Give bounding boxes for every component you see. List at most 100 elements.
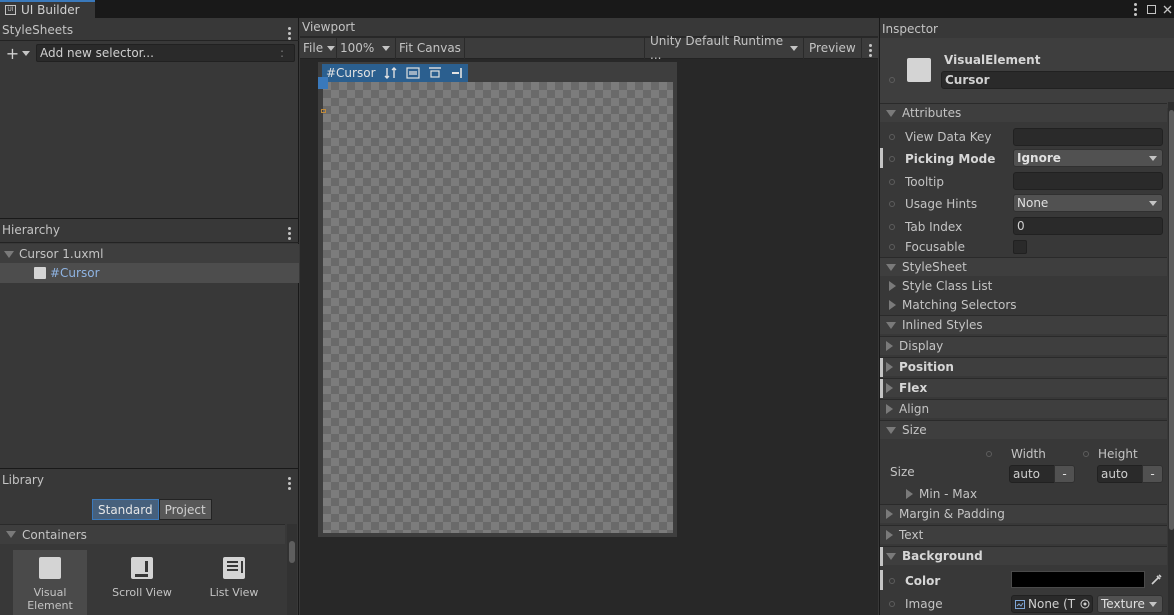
section-inlined-styles[interactable]: Inlined Styles xyxy=(880,315,1167,334)
expand-arrow-icon[interactable] xyxy=(886,426,896,434)
object-picker-icon[interactable] xyxy=(1080,599,1090,609)
foldout-style-class-list[interactable]: Style Class List xyxy=(880,275,1167,296)
focusable-checkbox[interactable] xyxy=(1013,240,1027,254)
fit-canvas-button[interactable]: Fit Canvas xyxy=(396,37,465,59)
hierarchy-element-row[interactable]: #Cursor xyxy=(0,263,299,283)
library-item-visual-element[interactable]: Visual Element xyxy=(13,550,87,615)
stylesheets-menu-icon[interactable] xyxy=(288,27,291,40)
preview-label: Preview xyxy=(809,41,856,55)
visual-element-icon xyxy=(907,58,931,82)
library-menu-icon[interactable] xyxy=(288,477,291,490)
eyedropper-icon[interactable] xyxy=(1147,571,1164,588)
height-unit-button[interactable]: - xyxy=(1142,465,1163,483)
library-category-containers[interactable]: Containers xyxy=(0,524,285,544)
expand-arrow-icon[interactable] xyxy=(4,250,14,258)
foldout-background[interactable]: Background xyxy=(880,546,1167,566)
expand-arrow-icon[interactable] xyxy=(886,404,893,414)
foldout-label: Margin & Padding xyxy=(899,507,1005,521)
foldout-matching-selectors[interactable]: Matching Selectors xyxy=(880,294,1167,315)
align-top-icon[interactable] xyxy=(428,67,442,79)
zoom-dropdown[interactable]: 100% xyxy=(337,37,396,59)
sort-order-icon[interactable] xyxy=(384,67,398,79)
preview-button[interactable]: Preview xyxy=(804,37,862,59)
foldout-min-max[interactable]: Min - Max xyxy=(880,483,1167,504)
field-label: Tooltip xyxy=(905,174,944,189)
width-unit-button[interactable]: - xyxy=(1054,465,1075,483)
foldout-size[interactable]: Size xyxy=(880,420,1167,439)
chevron-down-icon xyxy=(1149,201,1157,206)
selected-element-tag[interactable]: #Cursor xyxy=(322,64,468,82)
picking-mode-value: Ignore xyxy=(1017,151,1061,165)
field-label: View Data Key xyxy=(905,129,992,144)
texture-icon xyxy=(1015,599,1025,609)
tooltip-input[interactable] xyxy=(1013,172,1163,190)
foldout-text[interactable]: Text xyxy=(880,525,1167,544)
background-image-value: None (T xyxy=(1028,597,1076,611)
file-menu-button[interactable]: File xyxy=(300,37,337,59)
tab-index-input[interactable]: 0 xyxy=(1013,217,1163,235)
background-color-swatch[interactable] xyxy=(1011,571,1145,588)
expand-arrow-icon[interactable] xyxy=(886,530,893,540)
theme-dropdown[interactable]: Unity Default Runtime ... xyxy=(645,34,804,62)
expand-arrow-icon[interactable] xyxy=(886,341,893,351)
tab-index-value: 0 xyxy=(1017,219,1025,233)
picking-mode-dropdown[interactable]: Ignore xyxy=(1013,149,1163,167)
foldout-flex[interactable]: Flex xyxy=(880,378,1167,398)
maximize-icon[interactable] xyxy=(1144,0,1158,18)
foldout-display[interactable]: Display xyxy=(880,336,1167,355)
add-selector-hint: : xyxy=(279,46,284,60)
expand-arrow-icon[interactable] xyxy=(906,488,913,499)
hierarchy-document-row[interactable]: Cursor 1.uxml xyxy=(0,244,299,264)
foldout-position[interactable]: Position xyxy=(880,357,1167,377)
library-item-scroll-view[interactable]: Scroll View xyxy=(105,550,179,615)
align-right-icon[interactable] xyxy=(450,67,464,79)
expand-arrow-icon[interactable] xyxy=(886,552,896,560)
foldout-label: Min - Max xyxy=(919,486,978,501)
expand-arrow-icon[interactable] xyxy=(886,321,896,329)
library-item-list-view[interactable]: List View xyxy=(197,550,271,615)
hierarchy-header: Hierarchy xyxy=(0,220,299,240)
viewport-menu-icon[interactable] xyxy=(862,38,878,59)
resize-handle[interactable] xyxy=(318,77,328,89)
background-image-field[interactable]: None (T xyxy=(1011,595,1093,613)
foldout-label: Background xyxy=(902,549,983,563)
tab-project[interactable]: Project xyxy=(158,499,212,520)
expand-arrow-icon[interactable] xyxy=(889,280,896,291)
library-title: Library xyxy=(2,473,44,487)
inspector-scrollbar[interactable] xyxy=(1168,102,1174,615)
align-middle-icon[interactable] xyxy=(405,67,420,79)
expand-arrow-icon[interactable] xyxy=(889,299,896,310)
element-name-field[interactable]: Cursor xyxy=(941,71,1174,89)
section-attributes[interactable]: Attributes xyxy=(880,103,1167,122)
expand-arrow-icon[interactable] xyxy=(886,362,893,372)
add-selector-placeholder: Add new selector... xyxy=(40,46,154,60)
hierarchy-document-label: Cursor 1.uxml xyxy=(19,247,104,261)
expand-arrow-icon[interactable] xyxy=(886,109,896,117)
foldout-align[interactable]: Align xyxy=(880,399,1167,418)
view-data-key-input[interactable] xyxy=(1013,128,1163,146)
canvas-checkerboard[interactable] xyxy=(323,82,673,533)
usage-hints-dropdown[interactable]: None xyxy=(1013,194,1163,212)
expand-arrow-icon[interactable] xyxy=(886,509,893,519)
expand-arrow-icon[interactable] xyxy=(886,263,896,271)
section-stylesheet[interactable]: StyleSheet xyxy=(880,257,1167,276)
hierarchy-menu-icon[interactable] xyxy=(288,227,291,240)
width-input[interactable]: auto xyxy=(1009,465,1055,483)
library-scrollbar[interactable] xyxy=(287,524,297,615)
scroll-view-icon xyxy=(131,557,153,579)
expand-arrow-icon[interactable] xyxy=(6,531,16,538)
window-tab-ui-builder[interactable]: UI UI Builder xyxy=(0,0,95,18)
height-input[interactable]: auto xyxy=(1097,465,1143,483)
kebab-menu-icon[interactable] xyxy=(1128,0,1142,18)
add-stylesheet-button[interactable]: + xyxy=(0,42,36,64)
foldout-margin-padding[interactable]: Margin & Padding xyxy=(880,504,1167,523)
background-image-type-dropdown[interactable]: Texture xyxy=(1097,595,1163,613)
field-label: Image xyxy=(905,596,943,611)
inspector-title: Inspector xyxy=(882,22,938,36)
expand-arrow-icon[interactable] xyxy=(886,383,893,393)
add-selector-input[interactable]: Add new selector... : xyxy=(36,44,295,62)
height-value: auto xyxy=(1101,467,1129,481)
close-icon[interactable] xyxy=(1160,0,1174,18)
width-label: Width xyxy=(1011,447,1046,461)
tab-standard[interactable]: Standard xyxy=(92,499,159,520)
